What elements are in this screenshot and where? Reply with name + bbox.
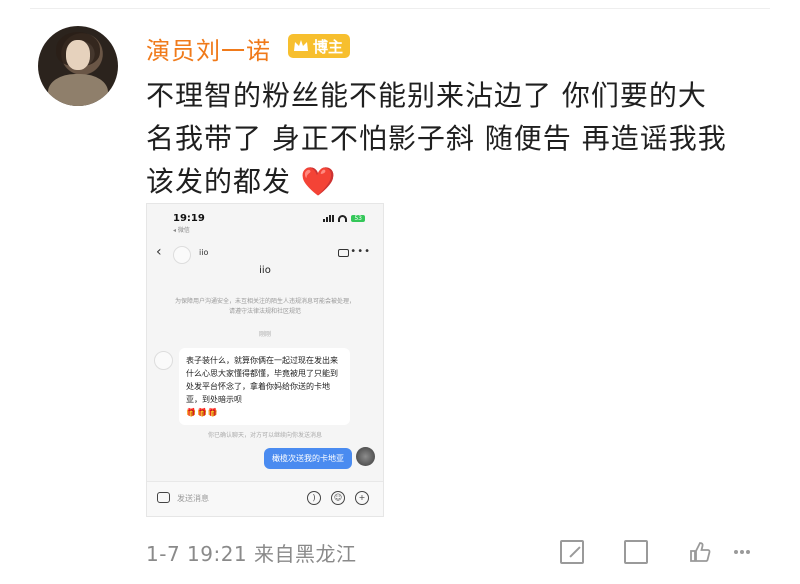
emoji-icon: ☺: [331, 491, 345, 505]
video-call-icon: [338, 249, 349, 257]
chat-header-name: iio: [199, 248, 209, 257]
voice-icon: ): [307, 491, 321, 505]
status-icons: 53: [323, 215, 365, 222]
post-text-line: 该发的都发 ❤️: [146, 160, 746, 203]
status-back-label: ◂ 微信: [173, 227, 190, 234]
more-icon: •••: [350, 246, 371, 257]
status-time: 19:19: [173, 213, 205, 224]
top-divider: [30, 8, 770, 9]
incoming-message-text: 表子装什么，就算你俩在一起过现在发出来什么心思大家懂得都懂，毕竟被甩了只能到处发…: [186, 356, 338, 404]
safety-notice: 为保障用户沟通安全，未互相关注的陌生人违规消息可能会被处理，请遵守法律法规和社区…: [174, 298, 355, 315]
wifi-icon: [338, 215, 348, 222]
like-icon[interactable]: [688, 540, 712, 564]
back-arrow-icon: ‹: [156, 244, 162, 260]
post-meta: 1-7 19:21 来自黑龙江: [146, 542, 357, 566]
post-text: 不理智的粉丝能不能别来沾边了 你们要的大 名我带了 身正不怕影子斜 随便告 再造…: [146, 74, 746, 203]
avatar-face: [66, 40, 90, 70]
comment-icon[interactable]: [624, 540, 648, 564]
crown-icon: [294, 40, 308, 51]
system-note: 你已确认聊天，对方可以继续向你发送消息: [207, 432, 322, 439]
share-icon[interactable]: [560, 540, 584, 564]
chat-title: iio: [259, 265, 271, 276]
camera-icon: [157, 492, 170, 503]
outgoing-message: 橄榄次送我的卡地亚: [264, 448, 352, 469]
post-text-line: 不理智的粉丝能不能别来沾边了 你们要的大: [146, 79, 707, 112]
self-avatar: [356, 447, 375, 466]
more-options-icon[interactable]: [730, 540, 754, 564]
post-text-line: 名我带了 身正不怕影子斜 随便告 再造谣我我: [146, 122, 727, 155]
blogger-badge: 博主: [288, 34, 351, 58]
message-timestamp: 刚刚: [258, 331, 271, 338]
plus-icon: +: [355, 491, 369, 505]
avatar[interactable]: [38, 26, 118, 106]
post-text-last: 该发的都发: [146, 165, 292, 198]
sender-avatar: [154, 351, 173, 370]
message-composer: 发送消息 ) ☺ +: [147, 481, 383, 516]
avatar-body: [48, 74, 108, 106]
badge-label: 博主: [313, 37, 344, 56]
incoming-message: 表子装什么，就算你俩在一起过现在发出来什么心思大家懂得都懂，毕竟被甩了只能到处发…: [179, 348, 350, 425]
chat-screenshot-image[interactable]: 19:19 ◂ 微信 53 ‹ iio ••• iio 为保障用户沟通安全，未互…: [146, 203, 384, 517]
heart-emoji: ❤️: [300, 165, 337, 198]
incoming-emojis: 🎁🎁🎁: [186, 408, 219, 417]
composer-placeholder: 发送消息: [177, 494, 209, 503]
chat-header-avatar: [173, 246, 191, 264]
username[interactable]: 演员刘一诺: [146, 31, 271, 66]
battery-icon: 53: [351, 215, 365, 222]
signal-icon: [323, 215, 335, 222]
